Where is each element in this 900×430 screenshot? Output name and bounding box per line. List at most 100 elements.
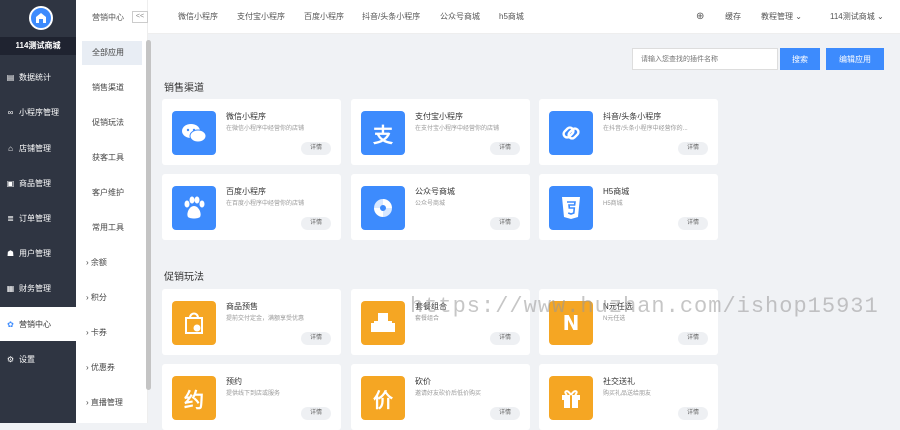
chevron-down-icon: ⌄ — [877, 12, 884, 21]
gift-icon — [549, 376, 593, 420]
app-card[interactable]: 支 支付宝小程序 在支付宝小程序中经营你的店铺 详情 — [351, 99, 530, 165]
app-name: H5商城 — [603, 187, 630, 196]
detail-button[interactable]: 详情 — [678, 142, 708, 155]
app-card[interactable]: 百度小程序 在百度小程序中经营你的店铺 详情 — [162, 174, 341, 240]
app-card[interactable]: 微信小程序 在微信小程序中经营你的店铺 详情 — [162, 99, 341, 165]
nav-item-goods[interactable]: ▣ 商品管理 — [0, 166, 76, 200]
app-card[interactable]: 公众号商城 公众号商城 详情 — [351, 174, 530, 240]
subnav-item-retain[interactable]: 客户维护 — [82, 181, 142, 205]
edit-apps-button[interactable]: 编辑应用 — [826, 48, 884, 70]
app-desc: 在抖音/头条小程序中经营你的... — [603, 126, 688, 132]
search-button[interactable]: 搜索 — [780, 48, 820, 70]
subnav-label: 优惠券 — [90, 363, 115, 372]
chevron-right-icon: › — [86, 293, 89, 302]
app-card[interactable]: 价 砍价 邀请好友砍价后低价购买 详情 — [351, 364, 530, 430]
detail-button[interactable]: 详情 — [490, 142, 520, 155]
subnav-item-balance[interactable]: › 余额 — [82, 251, 142, 275]
nav-item-miniprogram[interactable]: ∞ 小程序管理 — [0, 95, 76, 129]
detail-button[interactable]: 详情 — [301, 142, 331, 155]
nav-label: 营销中心 — [19, 319, 51, 329]
app-desc: 在支付宝小程序中经营你的店铺 — [415, 126, 500, 132]
top-link-h5[interactable]: h5商城 — [499, 0, 524, 34]
chevron-right-icon: › — [86, 258, 89, 267]
top-link-douyin[interactable]: 抖音/头条小程序 — [362, 0, 420, 34]
mp-icon — [361, 186, 405, 230]
collapse-button[interactable]: << — [132, 11, 148, 23]
account-menu[interactable]: 114测试商城 ⌄ — [830, 0, 884, 34]
nav-item-users[interactable]: ☗ 用户管理 — [0, 236, 76, 270]
presale-icon — [172, 301, 216, 345]
subnav-scrollbar[interactable] — [146, 40, 151, 390]
nav-label: 用户管理 — [19, 248, 51, 258]
main-content: 搜索 编辑应用 销售渠道 微信小程序 在微信小程序中经营你的店铺 详情 支 支付… — [152, 38, 900, 430]
nav-label: 订单管理 — [19, 213, 51, 223]
detail-button[interactable]: 详情 — [678, 332, 708, 345]
baidu-icon — [172, 186, 216, 230]
download-icon[interactable]: ⊕ — [696, 0, 704, 34]
nav-item-orders[interactable]: ≣ 订单管理 — [0, 201, 76, 235]
app-desc: H5商城 — [603, 201, 623, 207]
subnav-item-cards[interactable]: › 卡券 — [82, 321, 142, 345]
subnav-label: 余额 — [90, 258, 107, 267]
top-link-baidu[interactable]: 百度小程序 — [304, 0, 344, 34]
nav-label: 商品管理 — [19, 178, 51, 188]
douyin-icon — [549, 111, 593, 155]
app-name: 微信小程序 — [226, 112, 266, 121]
detail-button[interactable]: 详情 — [678, 217, 708, 230]
app-desc: 购买礼品送给朋友 — [603, 391, 652, 397]
subnav-label: 积分 — [90, 293, 107, 302]
app-card[interactable]: 约 预约 提供线下到店或服务 详情 — [162, 364, 341, 430]
chevron-right-icon: › — [86, 328, 89, 337]
nav-item-settings[interactable]: ⚙ 设置 — [0, 342, 76, 376]
detail-button[interactable]: 详情 — [301, 407, 331, 420]
chevron-down-icon: ⌄ — [795, 12, 802, 21]
detail-button[interactable]: 详情 — [301, 217, 331, 230]
sub-nav: 营销中心 << 全部应用 销售渠道 促销玩法 获客工具 客户维护 常用工具 › … — [76, 0, 148, 423]
gear-icon: ⚙ — [6, 354, 15, 364]
nav-item-store[interactable]: ⌂ 店铺管理 — [0, 131, 76, 165]
subnav-item-coupons[interactable]: › 优惠券 — [82, 356, 142, 380]
detail-button[interactable]: 详情 — [490, 332, 520, 345]
top-link-wechat[interactable]: 微信小程序 — [178, 0, 218, 34]
detail-button[interactable]: 详情 — [678, 407, 708, 420]
app-card[interactable]: 社交送礼 购买礼品送给朋友 详情 — [539, 364, 718, 430]
nav-item-marketing[interactable]: ✿ 营销中心 — [0, 307, 76, 341]
alipay-icon: 支 — [361, 111, 405, 155]
top-link-alipay[interactable]: 支付宝小程序 — [237, 0, 285, 34]
top-link-mp[interactable]: 公众号商城 — [440, 0, 480, 34]
chevron-right-icon: › — [86, 398, 89, 407]
finance-icon: ▦ — [6, 283, 15, 293]
subnav-item-acquire[interactable]: 获客工具 — [82, 146, 142, 170]
app-card[interactable]: 抖音/头条小程序 在抖音/头条小程序中经营你的... 详情 — [539, 99, 718, 165]
main-sidebar: 114测试商城 ▤ 数据统计 ∞ 小程序管理 ⌂ 店铺管理 ▣ 商品管理 ≣ 订单管理 ☗… — [0, 0, 76, 423]
app-name: 预约 — [226, 377, 242, 386]
app-card[interactable]: 商品预售 提前交付定金，满额享受优惠 详情 — [162, 289, 341, 355]
detail-button[interactable]: 详情 — [490, 407, 520, 420]
cache-link[interactable]: 缓存 — [725, 0, 741, 34]
subnav-item-tools[interactable]: 常用工具 — [82, 216, 142, 240]
app-name: 商品预售 — [226, 302, 258, 311]
nav-label: 数据统计 — [19, 72, 51, 82]
subnav-item-all[interactable]: 全部应用 — [82, 41, 142, 65]
detail-button[interactable]: 详情 — [490, 217, 520, 230]
html5-icon — [549, 186, 593, 230]
app-name: 砍价 — [415, 377, 431, 386]
account-label: 114测试商城 — [830, 12, 875, 21]
detail-button[interactable]: 详情 — [301, 332, 331, 345]
tutorial-menu[interactable]: 教程管理 ⌄ — [761, 0, 802, 34]
nav-item-finance[interactable]: ▦ 财务管理 — [0, 271, 76, 305]
subnav-item-live[interactable]: › 直播管理 — [82, 391, 142, 415]
app-desc: 公众号商城 — [415, 201, 446, 207]
app-name: 百度小程序 — [226, 187, 266, 196]
subnav-item-sales[interactable]: 销售渠道 — [82, 76, 142, 100]
app-name: 抖音/头条小程序 — [603, 112, 662, 121]
link-icon: ∞ — [7, 107, 14, 117]
order-icon: ≣ — [7, 213, 14, 223]
app-card[interactable]: H5商城 H5商城 详情 — [539, 174, 718, 240]
shop-name: 114测试商城 — [0, 37, 76, 55]
plugin-search-input[interactable] — [632, 48, 778, 70]
subnav-item-promo[interactable]: 促销玩法 — [82, 111, 142, 135]
subnav-item-points[interactable]: › 积分 — [82, 286, 142, 310]
subnav-label: 卡券 — [90, 328, 107, 337]
nav-item-statistics[interactable]: ▤ 数据统计 — [0, 60, 76, 94]
